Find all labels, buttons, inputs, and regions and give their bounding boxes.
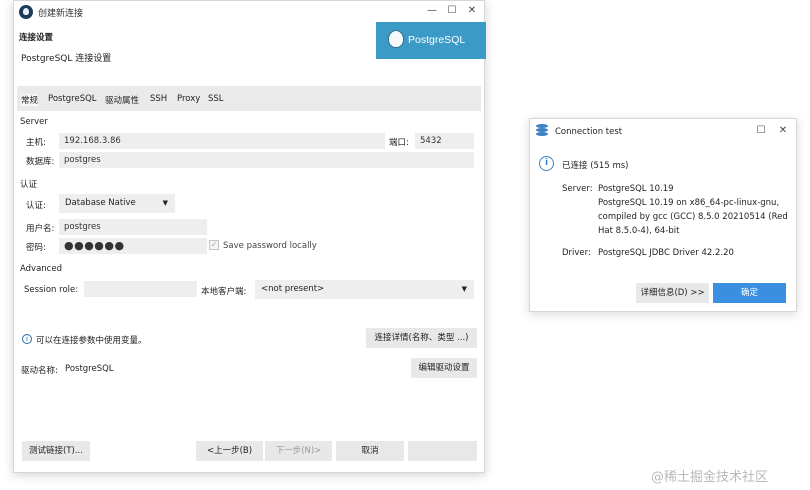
advanced-group-label: Advanced xyxy=(20,264,62,274)
close-icon[interactable]: ✕ xyxy=(776,124,790,138)
driver-name-value: PostgreSQL xyxy=(65,364,114,374)
edit-driver-button[interactable]: 编辑驱动设置 xyxy=(411,358,477,378)
port-input[interactable]: 5432 xyxy=(415,133,474,149)
details-button[interactable]: 详细信息(D) >> xyxy=(636,283,709,303)
banner-text: PostgreSQL xyxy=(408,34,466,46)
dbeaver-icon xyxy=(19,5,33,19)
maximize-icon[interactable]: ☐ xyxy=(754,124,768,138)
server-line: Hat 8.5.0-4), 64-bit xyxy=(598,226,680,236)
password-label: 密码: xyxy=(26,243,46,253)
driver-name-label: 驱动名称: xyxy=(21,366,58,376)
close-icon[interactable]: ✕ xyxy=(465,4,479,18)
driver-value: PostgreSQL JDBC Driver 42.2.20 xyxy=(598,248,734,258)
tab-ssh[interactable]: SSH xyxy=(150,94,167,104)
tab-general[interactable]: 常规 xyxy=(21,94,39,106)
host-label: 主机: xyxy=(26,138,46,148)
connection-wizard-window: 创建新连接 — ☐ ✕ xyxy=(13,0,485,473)
driver-label: Driver: xyxy=(562,248,591,258)
username-input[interactable]: postgres xyxy=(59,219,207,235)
server-line: compiled by gcc (GCC) 8.5.0 20210514 (Re… xyxy=(598,212,788,222)
port-label: 端口: xyxy=(389,138,409,148)
tab-ssl[interactable]: SSL xyxy=(208,94,224,104)
maximize-icon[interactable]: ☐ xyxy=(445,4,459,18)
elephant-logo-icon xyxy=(388,30,404,48)
tab-proxy[interactable]: Proxy xyxy=(177,94,200,104)
save-password-checkbox[interactable]: ✓ xyxy=(209,240,219,250)
session-role-input[interactable] xyxy=(84,281,197,297)
ok-button[interactable]: 确定 xyxy=(713,283,786,303)
auth-label: 认证: xyxy=(26,201,46,211)
auth-method-value: Database Native xyxy=(65,198,136,208)
finish-button[interactable] xyxy=(408,441,477,461)
prev-button[interactable]: <上一步(B) xyxy=(196,441,263,461)
database-icon xyxy=(536,124,548,137)
watermark: @稀土掘金技术社区 xyxy=(651,470,769,485)
server-group-label: Server xyxy=(20,117,48,127)
host-input[interactable]: 192.168.3.86 xyxy=(59,133,385,149)
auth-group-label: 认证 xyxy=(20,180,38,190)
session-role-label: Session role: xyxy=(24,285,79,295)
local-client-label: 本地客户端: xyxy=(201,287,247,297)
database-label: 数据库: xyxy=(26,157,55,167)
dropdown-arrow-icon: ▼ xyxy=(162,199,168,207)
minimize-icon[interactable]: — xyxy=(425,4,439,18)
test-connection-button[interactable]: 测试链接(T)... xyxy=(22,441,90,461)
tab-postgresql[interactable]: PostgreSQL xyxy=(48,94,97,104)
section-subtitle: PostgreSQL 连接设置 xyxy=(21,54,112,64)
local-client-value: <not present> xyxy=(261,284,325,294)
next-button[interactable]: 下一步(N)> xyxy=(265,441,332,461)
info-icon: i xyxy=(539,156,554,171)
server-line: PostgreSQL 10.19 xyxy=(598,184,674,194)
auth-method-select[interactable]: Database Native ▼ xyxy=(59,194,175,213)
connection-details-button[interactable]: 连接详情(名称、类型 ...) xyxy=(366,328,477,348)
local-client-select[interactable]: <not present> ▼ xyxy=(255,280,474,299)
database-input[interactable]: postgres xyxy=(59,152,474,168)
server-line: PostgreSQL 10.19 on x86_64-pc-linux-gnu, xyxy=(598,198,780,208)
title-bar: 创建新连接 — ☐ ✕ xyxy=(14,1,484,23)
section-title: 连接设置 xyxy=(19,33,54,43)
dropdown-arrow-icon: ▼ xyxy=(461,285,467,293)
connection-status: 已连接 (515 ms) xyxy=(562,161,629,171)
server-label: Server: xyxy=(562,184,593,194)
username-label: 用户名: xyxy=(26,224,55,234)
save-password-label: Save password locally xyxy=(223,241,317,251)
variables-hint: 可以在连接参数中使用变量。 xyxy=(36,336,147,346)
dialog-title: Connection test xyxy=(555,127,623,137)
password-input[interactable]: ●●●●●● xyxy=(59,238,207,254)
cancel-button[interactable]: 取消 xyxy=(336,441,404,461)
window-title: 创建新连接 xyxy=(38,9,84,19)
tab-driver-properties[interactable]: 驱动属性 xyxy=(105,94,139,106)
info-icon: i xyxy=(22,334,32,344)
